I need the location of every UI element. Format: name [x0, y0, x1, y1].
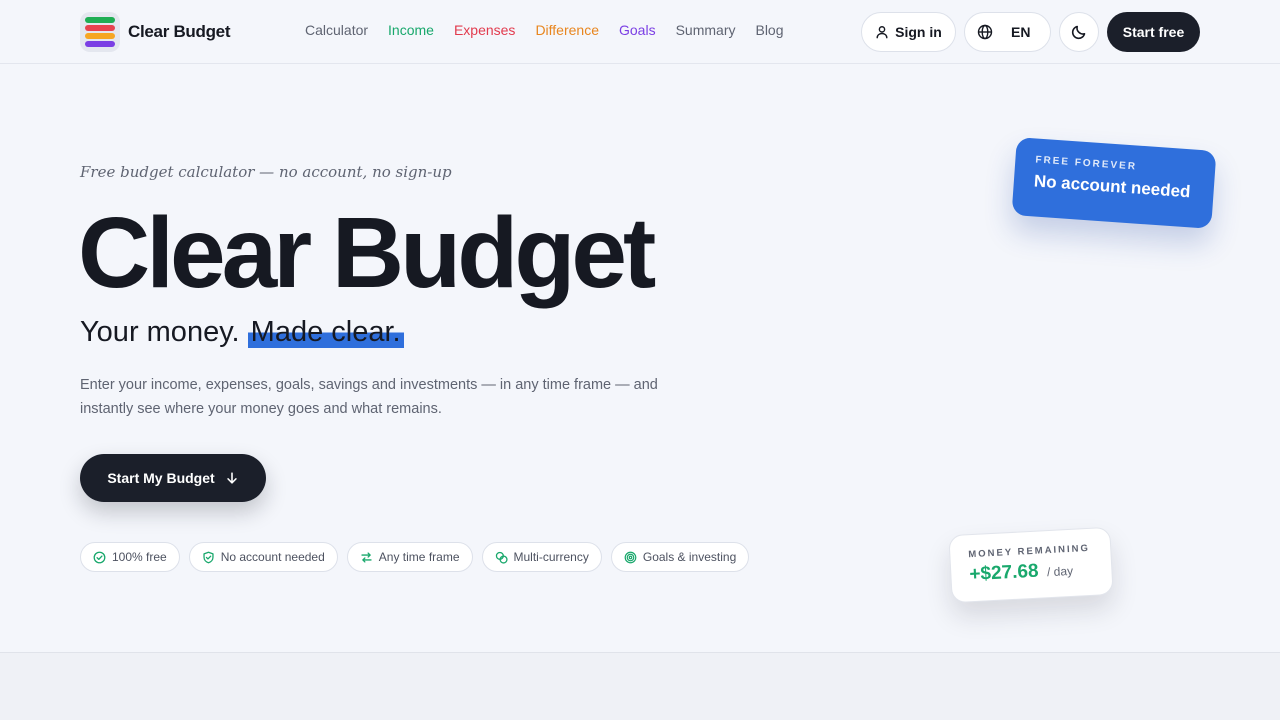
nav-income[interactable]: Income — [388, 22, 434, 38]
nav-goals[interactable]: Goals — [619, 22, 656, 38]
user-icon — [875, 25, 889, 39]
language-selector[interactable]: EN — [964, 12, 1051, 52]
feature-pill-currency: Multi-currency — [481, 542, 602, 572]
hero-tagline: Free budget calculator — no account, no … — [80, 163, 452, 181]
free-card-text: No account needed — [1033, 171, 1192, 202]
money-remaining-value: +$27.68 — [968, 560, 1040, 586]
feature-label: No account needed — [220, 550, 325, 564]
language-code: EN — [1011, 24, 1031, 40]
brand-logo-link[interactable]: Clear Budget — [80, 12, 231, 52]
swap-arrows-icon — [360, 551, 373, 564]
hero-description: Enter your income, expenses, goals, savi… — [80, 377, 658, 417]
nav-calculator[interactable]: Calculator — [305, 22, 368, 38]
top-header: Clear Budget Calculator Income Expenses … — [0, 0, 1280, 64]
logo-bar-red — [85, 25, 115, 31]
feature-pill-free: 100% free — [80, 542, 180, 572]
main-nav: Calculator Income Expenses Difference Go… — [305, 22, 784, 38]
next-section-band — [0, 653, 1280, 720]
check-circle-icon — [93, 551, 106, 564]
coins-icon — [495, 551, 508, 564]
nav-summary[interactable]: Summary — [676, 22, 736, 38]
brand-name: Clear Budget — [128, 22, 231, 41]
nav-difference[interactable]: Difference — [535, 22, 599, 38]
hero-subtitle-highlight: Made clear. — [247, 316, 404, 348]
feature-pill-no-account: No account needed — [188, 542, 338, 572]
logo-bar-green — [85, 17, 115, 23]
sign-in-button[interactable]: Sign in — [861, 12, 956, 52]
feature-label: Goals & investing — [642, 550, 737, 564]
feature-pill-goals: Goals & investing — [610, 542, 750, 572]
feature-pills: 100% free No account needed Any time fra… — [80, 542, 750, 572]
feature-label: 100% free — [112, 550, 167, 564]
arrow-down-icon — [225, 471, 239, 485]
free-forever-card: FREE FOREVER No account needed — [1011, 137, 1217, 229]
globe-icon — [977, 24, 993, 40]
sign-in-label: Sign in — [895, 24, 942, 40]
nav-expenses[interactable]: Expenses — [454, 22, 515, 38]
logo-bar-purple — [85, 41, 115, 47]
hero-subtitle-plain: Your money. — [80, 316, 240, 348]
logo-bar-yellow — [85, 33, 115, 39]
moon-icon — [1071, 24, 1087, 40]
nav-blog[interactable]: Blog — [755, 22, 783, 38]
target-icon — [624, 551, 637, 564]
feature-label: Any time frame — [378, 550, 460, 564]
money-remaining-card: MONEY REMAINING +$27.68 / day — [948, 526, 1114, 604]
money-card-value-row: +$27.68 / day — [969, 557, 1112, 586]
logo-mark-icon — [80, 12, 120, 52]
start-free-button[interactable]: Start free — [1107, 12, 1200, 52]
hero-title: Clear Budget — [78, 197, 656, 309]
cta-label: Start My Budget — [107, 470, 215, 486]
theme-toggle-button[interactable] — [1059, 12, 1099, 52]
feature-pill-time-frame: Any time frame — [346, 542, 473, 572]
feature-label: Multi-currency — [513, 550, 589, 564]
start-my-budget-button[interactable]: Start My Budget — [80, 454, 266, 502]
shield-check-icon — [202, 551, 215, 564]
hero-subtitle: Your money. Made clear. — [80, 316, 404, 349]
money-remaining-unit: / day — [1046, 563, 1074, 580]
